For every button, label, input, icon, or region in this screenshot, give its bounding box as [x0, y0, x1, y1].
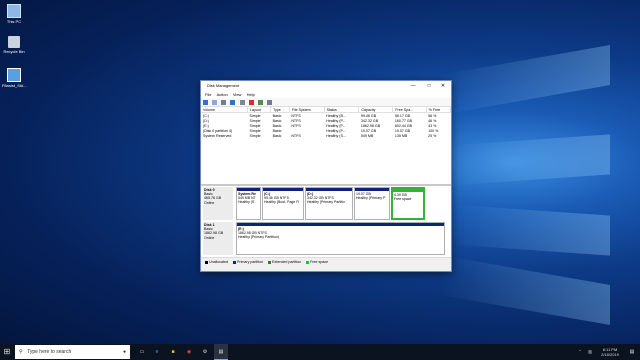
legend-unallocated-swatch [205, 260, 208, 264]
legend-extended-swatch [268, 260, 272, 264]
partition-status: Healthy (Primary Partitio [307, 200, 345, 204]
toolbar [201, 98, 451, 107]
partition-status: Free space [394, 197, 412, 201]
edge-icon[interactable]: e [150, 344, 164, 360]
type-cell: Basic [272, 133, 282, 138]
menu-bar: File Action View Help [201, 91, 451, 98]
partition-d[interactable]: (D:) 342.32 GB NTFS Healthy (Primary Par… [305, 187, 353, 220]
desktop-icon-this-pc[interactable]: This PC [2, 4, 26, 24]
show-hidden-icons[interactable]: ⌃ [575, 344, 585, 360]
task-view-icon[interactable]: ▭ [135, 344, 149, 360]
menu-file[interactable]: File [205, 92, 211, 97]
forward-icon[interactable] [212, 99, 218, 105]
back-icon[interactable] [203, 99, 208, 105]
disk-management-window: Disk Management — □ ✕ File Action View H… [200, 80, 452, 272]
clock-date: 2/18/2019 [601, 352, 619, 357]
computer-icon [7, 4, 21, 18]
volume-cell: System Reserved [203, 133, 232, 138]
disk-management-taskbar-icon[interactable]: ▤ [214, 344, 228, 360]
layout-cell: Simple [249, 133, 261, 138]
check-icon[interactable] [257, 99, 263, 105]
grid-icon[interactable] [239, 99, 245, 105]
disk-1-label[interactable]: Disk 1 Basic 1862.98 GB Online [203, 222, 233, 255]
recycle-bin-icon [8, 36, 20, 48]
disk-0-row: Disk 0 Basic 465.76 GB Online System Re … [201, 187, 451, 220]
legend-free-swatch [306, 260, 310, 264]
network-icon[interactable]: ▨ [585, 344, 595, 360]
file-explorer-icon[interactable]: ■ [166, 344, 180, 360]
partition-status: Healthy (Boot, Page Fi [264, 200, 300, 204]
volume-list: Volume Layout Type File System Status Ca… [201, 107, 452, 186]
desktop-icon-passist[interactable]: PAssist_Std... [2, 68, 27, 88]
legend-primary: Primary partition [236, 260, 264, 264]
disk-1-row: Disk 1 Basic 1862.98 GB Online (E:) 1862… [201, 222, 451, 255]
app-icon [7, 68, 21, 82]
menu-view[interactable]: View [233, 92, 242, 97]
search-icon: ⚲ [19, 349, 23, 355]
partition-status: Healthy (Primary P [356, 196, 386, 200]
menu-action[interactable]: Action [217, 92, 228, 97]
delete-icon[interactable] [248, 99, 254, 105]
desktop-icon-label: PAssist_Std... [2, 83, 27, 88]
settings-icon[interactable]: ⚙ [198, 344, 212, 360]
partition-system-reserved[interactable]: System Re 549 MB NT Healthy (S [236, 187, 261, 220]
window-title: Disk Management [207, 83, 240, 88]
start-button[interactable]: ⊞ [0, 344, 14, 360]
legend-primary-swatch [232, 260, 236, 264]
legend-extended: Extended partition [272, 260, 302, 264]
notification-icon[interactable]: ▤ [626, 344, 638, 360]
list-icon[interactable] [266, 99, 272, 105]
title-bar: Disk Management — □ ✕ [201, 81, 451, 91]
desktop-icon-recycle-bin[interactable]: Recycle Bin [2, 36, 26, 54]
table-row[interactable]: System Reserved Simple Basic NTFS Health… [201, 133, 451, 138]
disk-state: Online [204, 200, 215, 205]
chrome-icon[interactable]: ◉ [182, 344, 196, 360]
fs-cell: NTFS [291, 133, 301, 138]
legend-unallocated: Unallocated [209, 260, 228, 264]
desktop-icon-label: Recycle Bin [3, 49, 25, 54]
disk-state: Online [204, 235, 215, 240]
legend-free: Free space [310, 260, 329, 264]
disk-0-label[interactable]: Disk 0 Basic 465.76 GB Online [203, 187, 233, 220]
clock[interactable]: 8:11 PM 2/18/2019 [595, 344, 625, 360]
maximize-button[interactable]: □ [423, 81, 435, 91]
free-cell: 135 MB [394, 133, 408, 138]
legend: Unallocated Primary partition Extended p… [201, 257, 451, 266]
desktop-icon-label: This PC [6, 19, 22, 24]
status-cell: Healthy (S... [326, 133, 346, 138]
search-placeholder: Type here to search [27, 349, 72, 355]
partition-4[interactable]: 19.07 GB Healthy (Primary P [354, 187, 390, 220]
properties-icon[interactable] [221, 99, 227, 105]
close-button[interactable]: ✕ [437, 81, 449, 91]
microphone-icon[interactable]: ● [123, 345, 126, 359]
partition-status: Healthy (Primary Partition) [238, 235, 280, 239]
partition-status: Healthy (S [238, 200, 255, 204]
minimize-button[interactable]: — [407, 81, 419, 91]
partition-c[interactable]: (C:) 99.46 GB NTFS Healthy (Boot, Page F… [262, 187, 304, 220]
capacity-cell: 549 MB [360, 133, 374, 138]
partition-free-space[interactable]: 4.39 GB Free space [391, 187, 425, 220]
search-box[interactable]: ⚲ Type here to search ● [15, 345, 130, 359]
taskbar: ⊞ ⚲ Type here to search ● ▭ e ■ ◉ ⚙ ▤ ⌃ … [0, 344, 640, 360]
help-icon[interactable] [230, 99, 236, 105]
partition-e[interactable]: (E:) 1862.98 GB NTFS Healthy (Primary Pa… [236, 222, 445, 255]
disk-graphical-view: Disk 0 Basic 465.76 GB Online System Re … [201, 186, 451, 257]
menu-help[interactable]: Help [247, 92, 255, 97]
pct-cell: 25 % [428, 133, 437, 138]
